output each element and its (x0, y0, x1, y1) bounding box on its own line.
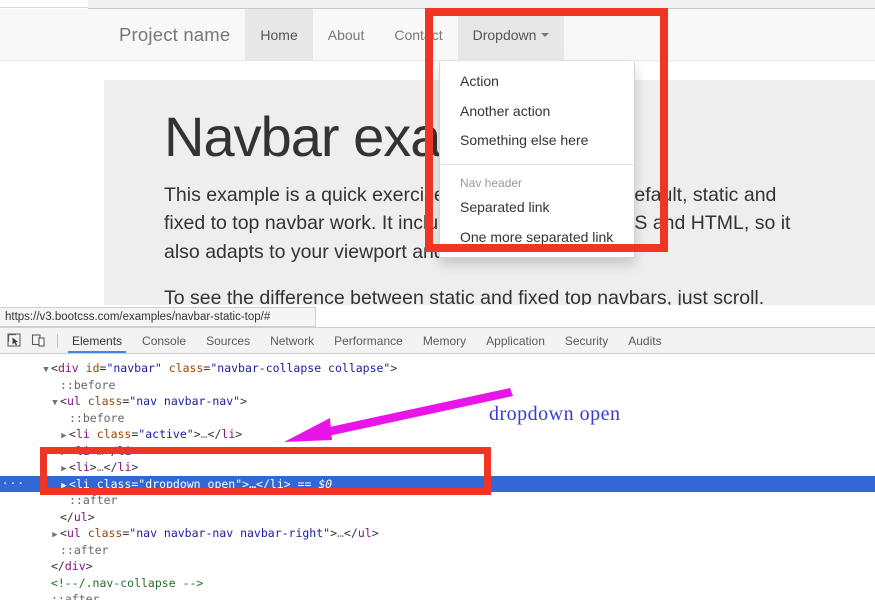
dom-row[interactable]: ▶ <li>…</li> (0, 459, 875, 476)
tab-sources-label: Sources (206, 333, 251, 348)
nav-item-contact[interactable]: Contact (379, 9, 457, 61)
browser-tab-strip (88, 0, 875, 9)
nav-item-home[interactable]: Home (245, 9, 313, 61)
tab-application[interactable]: Application (476, 328, 555, 353)
dom-row[interactable]: ▶ <li>…</li> (0, 443, 875, 460)
tab-elements-label: Elements (72, 333, 123, 348)
dom-row[interactable]: ::after (0, 492, 875, 509)
dropdown-item-one-more-separated-link[interactable]: One more separated link (440, 223, 634, 253)
tab-console[interactable]: Console (132, 328, 196, 353)
navbar-brand[interactable]: Project name (104, 9, 245, 61)
nav-item-about[interactable]: About (313, 9, 380, 61)
dropdown-item-another-action[interactable]: Another action (440, 97, 634, 127)
dom-row[interactable]: ::after (0, 591, 875, 600)
device-toolbar-icon[interactable] (31, 333, 46, 348)
caret-down-icon (541, 33, 550, 37)
tab-audits[interactable]: Audits (618, 328, 671, 353)
dom-row[interactable]: ▼ <div id="navbar" class="navbar-collapse… (0, 360, 875, 377)
tab-console-label: Console (142, 333, 187, 348)
dropdown-item-separated-link[interactable]: Separated link (440, 193, 634, 223)
dom-tree[interactable]: ▼ <div id="navbar" class="navbar-collapse… (0, 354, 875, 600)
dom-row[interactable]: ::after (0, 542, 875, 559)
navbar-links: Home About Contact Dropdown (245, 9, 565, 61)
status-bar-url: https://v3.bootcss.com/examples/navbar-s… (0, 307, 316, 327)
scroll-paragraph: To see the difference between static and… (164, 287, 765, 305)
tab-network-label: Network (270, 333, 315, 348)
tab-application-label: Application (486, 333, 545, 348)
dom-row[interactable]: <!--/.nav-collapse --> (0, 575, 875, 592)
dom-row[interactable]: ::before (0, 377, 875, 394)
page-viewport: Project name Home About Contact Dropdown (0, 9, 875, 305)
annotation-dropdown-open: dropdown open (489, 403, 621, 425)
inspect-element-icon[interactable] (7, 333, 22, 348)
dom-row[interactable]: </ul> (0, 509, 875, 526)
nav-item-home-label: Home (260, 27, 298, 43)
tab-audits-label: Audits (628, 333, 662, 348)
dom-row[interactable]: ▼ <ul class="nav navbar-nav"> (0, 393, 875, 410)
dom-row-selected[interactable]: ··· ▶ <li class="dropdown open">…</li> == … (0, 475, 875, 492)
tab-memory[interactable]: Memory (413, 328, 476, 353)
tab-security-label: Security (564, 333, 609, 348)
devtools-tabs: Elements Console Sources Network Perform… (62, 328, 672, 353)
nav-item-dropdown-label: Dropdown (472, 27, 537, 43)
tab-security[interactable]: Security (555, 328, 618, 353)
dom-row[interactable]: ::before (0, 410, 875, 427)
tab-memory-label: Memory (422, 333, 467, 348)
dom-row[interactable]: </div> (0, 558, 875, 575)
nav-item-dropdown[interactable]: Dropdown (457, 9, 565, 61)
dropdown-item-action[interactable]: Action (440, 67, 634, 97)
devtools-panel: Elements Console Sources Network Perform… (0, 327, 875, 600)
tab-performance[interactable]: Performance (324, 328, 413, 353)
navbar: Project name Home About Contact Dropdown (0, 9, 875, 61)
devtools-toolbar: Elements Console Sources Network Perform… (0, 328, 875, 354)
tab-sources[interactable]: Sources (196, 328, 260, 353)
nav-item-contact-label: Contact (394, 27, 443, 43)
scroll-marker: ··· (2, 476, 25, 490)
dropdown-item-something-else-here[interactable]: Something else here (440, 126, 634, 156)
dropdown-divider (440, 164, 634, 166)
nav-item-about-label: About (327, 27, 365, 43)
dropdown-menu: Action Another action Something else her… (439, 62, 635, 259)
screenshot-root: Project name Home About Contact Dropdown (0, 0, 875, 600)
dom-row[interactable]: ▶ <li class="active">…</li> (0, 426, 875, 443)
tab-performance-label: Performance (334, 333, 403, 348)
toolbar-divider (57, 333, 58, 348)
dropdown-nav-header: Nav header (460, 176, 523, 191)
tab-network[interactable]: Network (260, 328, 324, 353)
tab-elements[interactable]: Elements (62, 328, 132, 353)
dom-row[interactable]: ▶ <ul class="nav navbar-nav navbar-right"… (0, 525, 875, 542)
